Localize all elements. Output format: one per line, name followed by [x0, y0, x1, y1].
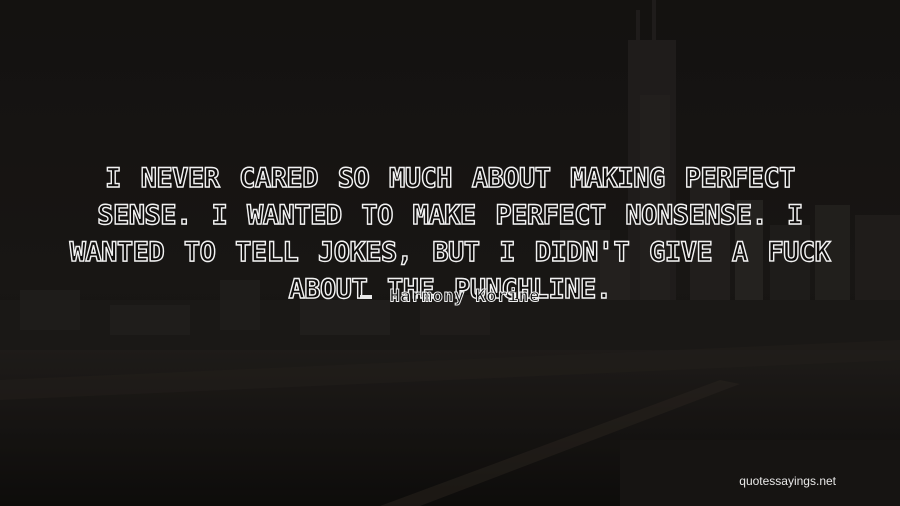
quote-author: Harmony Korine	[389, 286, 540, 307]
site-watermark: quotessayings.net	[739, 474, 836, 488]
dash-icon	[360, 294, 373, 299]
quote-attribution: Harmony Korine	[0, 286, 900, 307]
